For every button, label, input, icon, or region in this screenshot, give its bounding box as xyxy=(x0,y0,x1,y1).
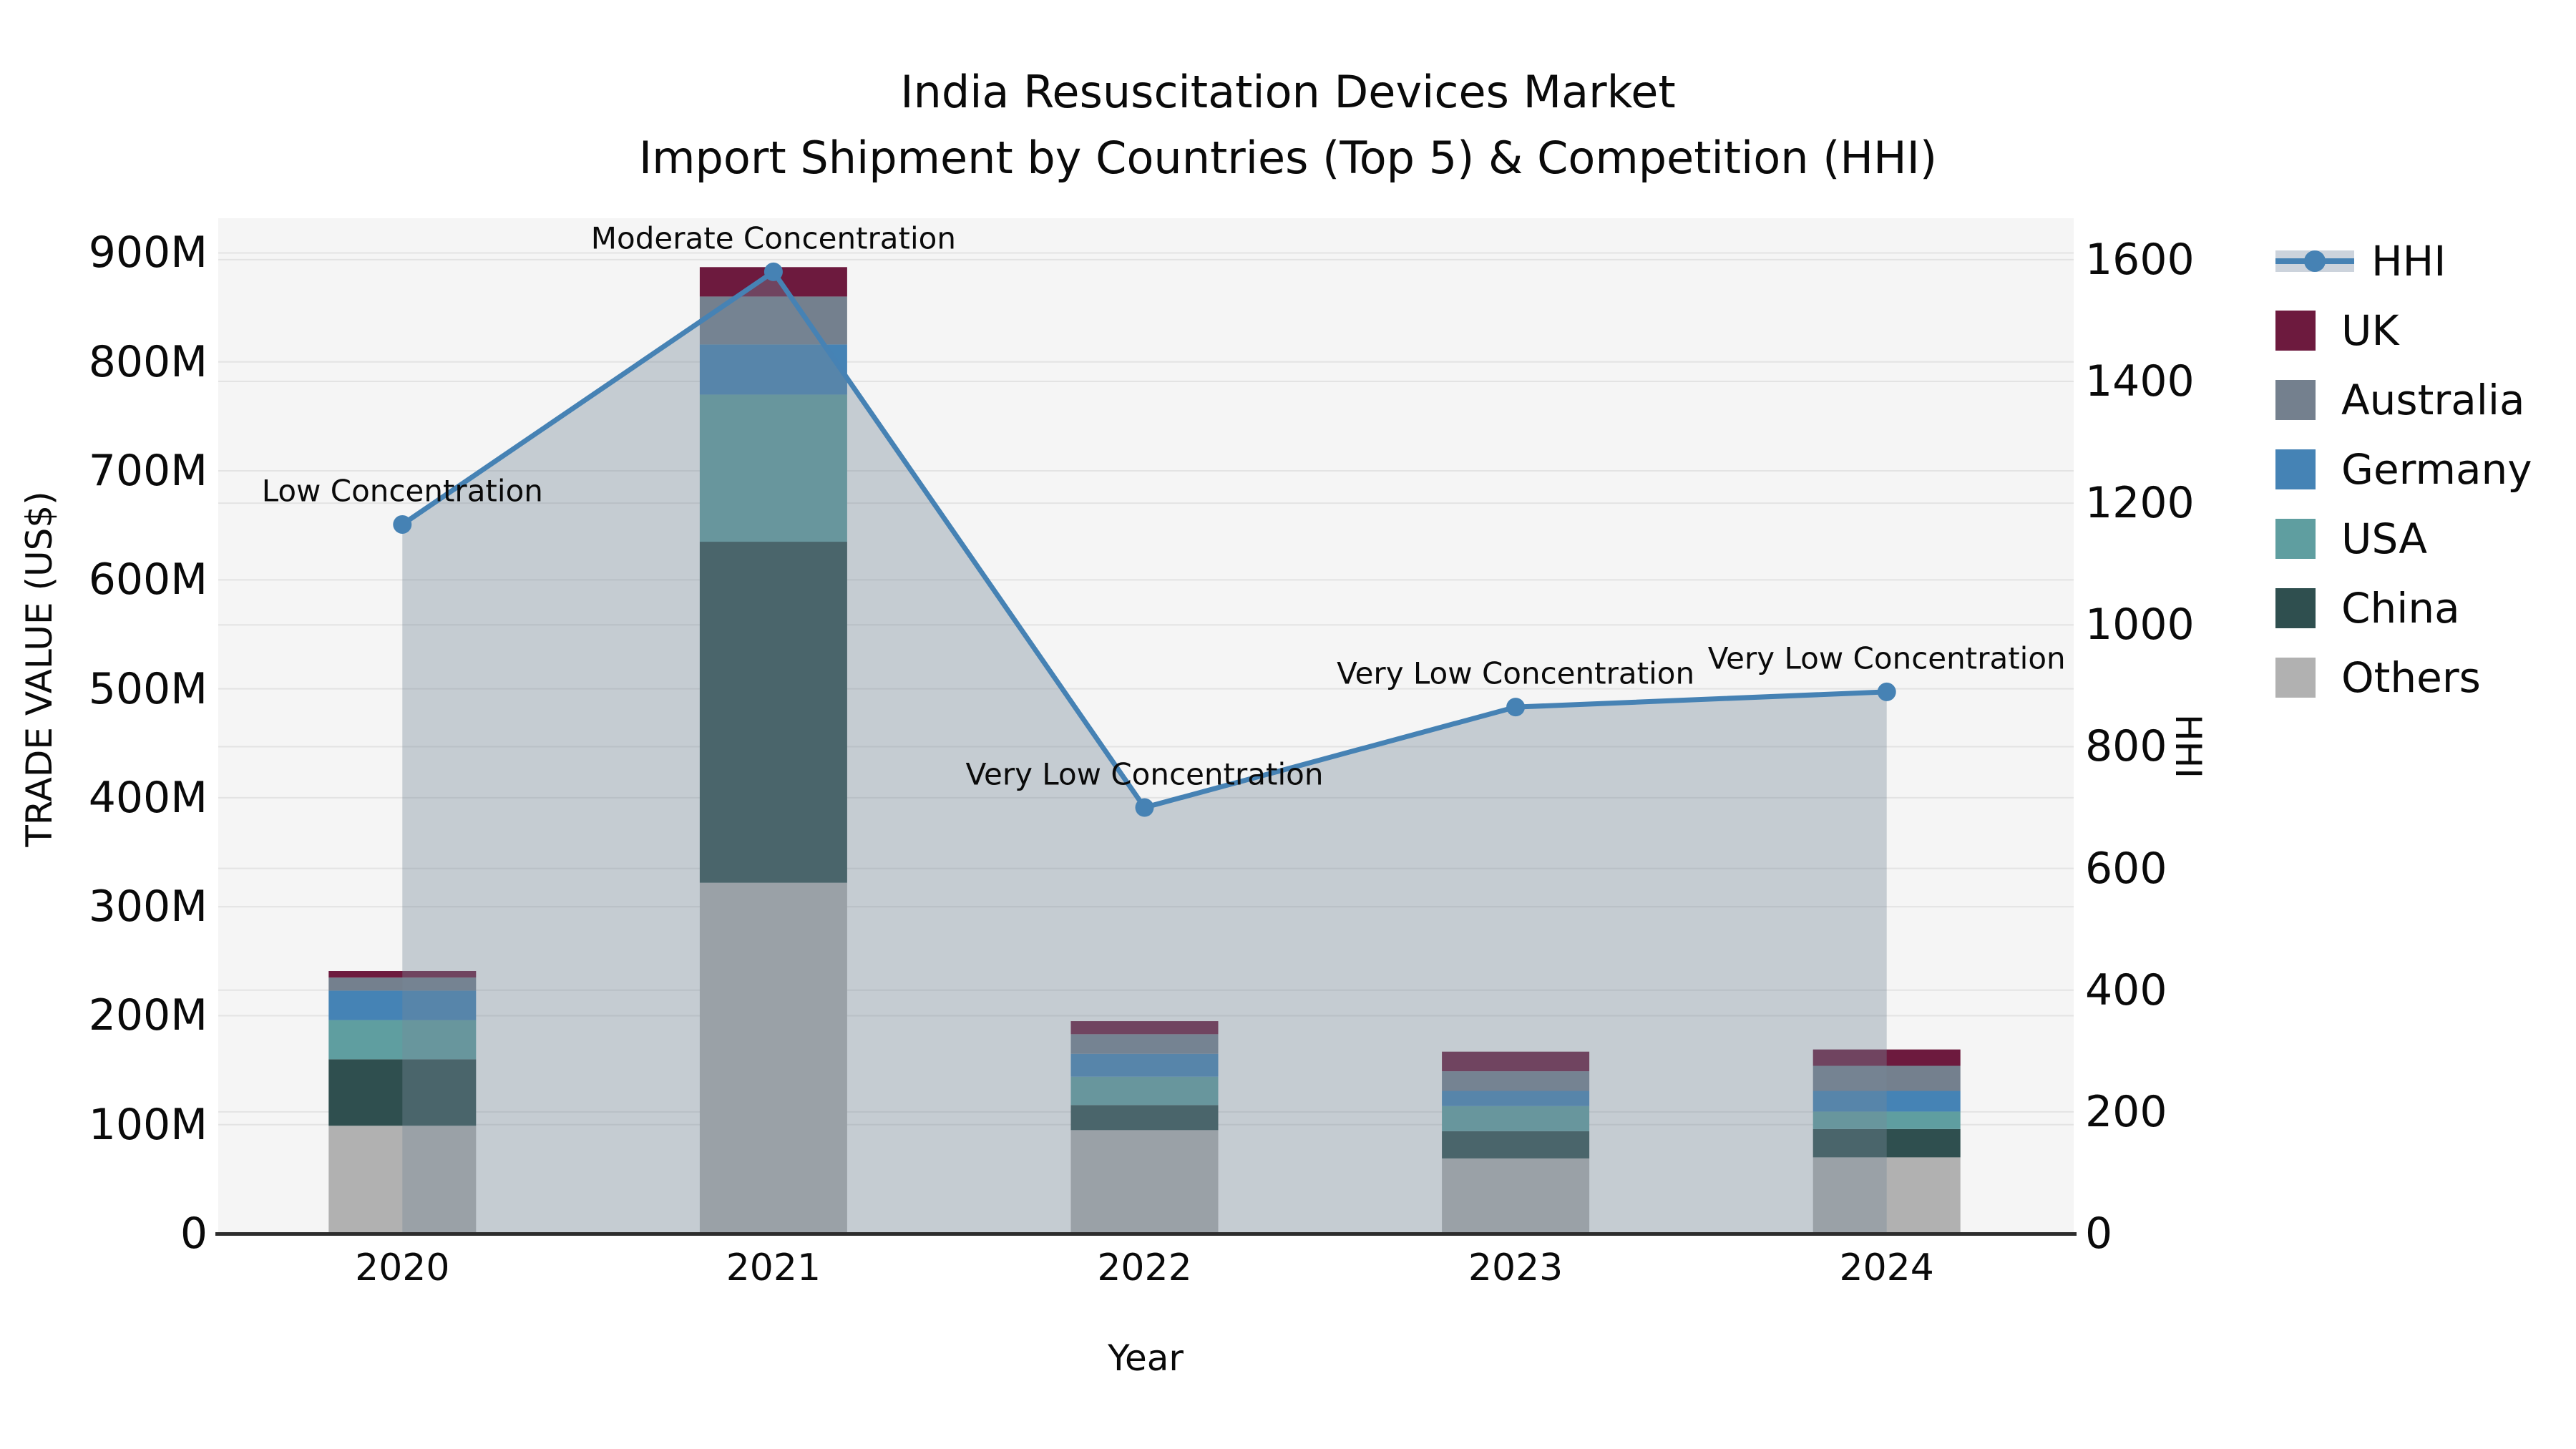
x-tick-label: 2020 xyxy=(355,1246,450,1289)
x-axis-line xyxy=(215,1232,2077,1236)
hhi-marker-2024 xyxy=(1877,682,1896,701)
legend-item-australia: Australia xyxy=(2275,379,2525,421)
legend-item-uk: UK xyxy=(2275,310,2399,351)
hhi-annotation: Very Low Concentration xyxy=(965,756,1324,792)
left-tick-label: 700M xyxy=(88,446,208,497)
left-tick-label: 400M xyxy=(88,772,208,823)
legend-item-china: China xyxy=(2275,587,2460,629)
right-tick-label: 1600 xyxy=(2085,234,2195,285)
x-axis-title: Year xyxy=(1108,1337,1184,1379)
left-tick-label: 800M xyxy=(88,336,208,387)
chart-title-line2: Import Shipment by Countries (Top 5) & C… xyxy=(638,132,1938,184)
legend-label-hhi: HHI xyxy=(2371,237,2446,286)
left-tick-label: 500M xyxy=(88,663,208,714)
legend-swatch-usa xyxy=(2275,519,2316,559)
right-tick-label: 1200 xyxy=(2085,478,2195,529)
hhi-marker-2022 xyxy=(1135,798,1154,817)
legend-label-china: China xyxy=(2341,584,2460,633)
hhi-marker-2023 xyxy=(1506,698,1526,717)
hhi-annotation: Very Low Concentration xyxy=(1337,655,1695,691)
left-tick-label: 0 xyxy=(180,1209,208,1259)
hhi-annotation: Moderate Concentration xyxy=(590,220,956,256)
legend-item-usa: USA xyxy=(2275,518,2427,560)
x-tick-label: 2024 xyxy=(1839,1246,1934,1289)
legend-item-germany: Germany xyxy=(2275,449,2532,490)
chart-title-line1: India Resuscitation Devices Market xyxy=(900,66,1676,118)
right-tick-label: 200 xyxy=(2085,1086,2167,1137)
legend-label-usa: USA xyxy=(2341,514,2428,563)
x-tick-label: 2022 xyxy=(1097,1246,1192,1289)
right-tick-label: 600 xyxy=(2085,843,2167,894)
right-tick-label: 1000 xyxy=(2085,600,2195,650)
legend-label-germany: Germany xyxy=(2341,445,2532,494)
legend-swatch-uk xyxy=(2275,311,2316,351)
hhi-annotation: Very Low Concentration xyxy=(1707,640,2066,676)
left-tick-label: 300M xyxy=(88,882,208,932)
right-tick-label: 400 xyxy=(2085,965,2167,1015)
legend-hhi-line-icon xyxy=(2275,241,2354,281)
legend-swatch-germany xyxy=(2275,449,2316,489)
left-tick-label: 200M xyxy=(88,990,208,1041)
right-tick-label: 800 xyxy=(2085,721,2167,772)
hhi-annotation: Low Concentration xyxy=(261,473,543,509)
legend-swatch-others xyxy=(2275,658,2316,698)
legend-swatch-china xyxy=(2275,588,2316,628)
left-tick-label: 600M xyxy=(88,555,208,605)
right-tick-label: 1400 xyxy=(2085,356,2195,407)
legend-item-others: Others xyxy=(2275,657,2481,698)
x-tick-label: 2023 xyxy=(1468,1246,1563,1289)
legend-label-uk: UK xyxy=(2341,306,2399,355)
figure-canvas: India Resuscitation Devices Market Impor… xyxy=(0,0,2576,1449)
x-tick-label: 2021 xyxy=(726,1246,821,1289)
left-axis-title: TRADE VALUE (US$) xyxy=(19,491,60,847)
legend-item-hhi: HHI xyxy=(2275,240,2446,282)
right-axis-title: HHI xyxy=(2167,714,2209,779)
left-tick-label: 900M xyxy=(88,228,208,278)
right-tick-label: 0 xyxy=(2085,1209,2113,1259)
left-tick-label: 100M xyxy=(88,1099,208,1150)
legend-swatch-australia xyxy=(2275,380,2316,420)
hhi-marker-2021 xyxy=(763,262,783,281)
legend-label-australia: Australia xyxy=(2341,376,2525,424)
hhi-marker-2020 xyxy=(393,514,412,534)
legend-label-others: Others xyxy=(2341,653,2481,702)
